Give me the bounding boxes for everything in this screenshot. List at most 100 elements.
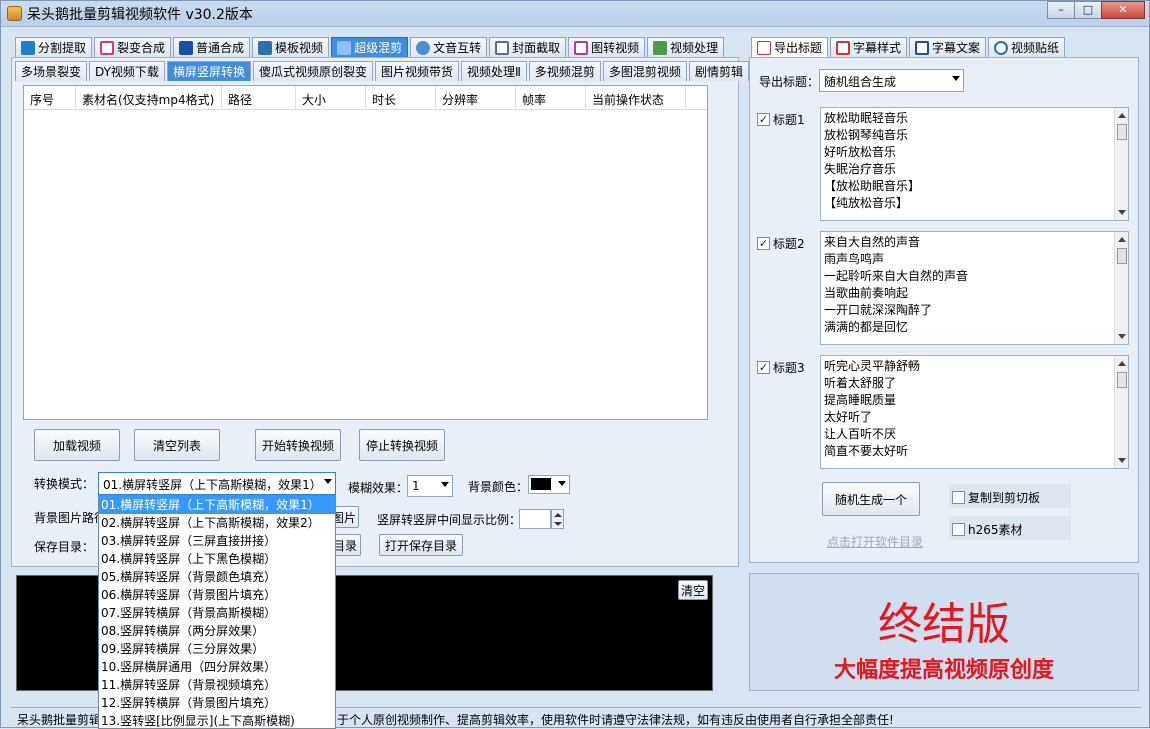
title3-checkbox[interactable]: ✓ 标题3: [757, 359, 805, 376]
scroll-thumb[interactable]: [1117, 372, 1127, 388]
dropdown-option[interactable]: 03.横屏转竖屏（三屏直接拼接）: [99, 532, 335, 550]
right-tabs: 导出标题 字幕样式 字幕文案 视频贴纸: [751, 37, 1067, 57]
stop-convert-button[interactable]: 停止转换视频: [359, 429, 445, 461]
text-line: 简直不要太好听: [824, 444, 909, 458]
subtab-plot-edit[interactable]: 剧情剪辑: [688, 61, 749, 81]
minimize-button[interactable]: –: [1047, 1, 1075, 19]
bg-color-select[interactable]: [528, 475, 570, 494]
col-status[interactable]: 当前操作状态: [586, 86, 686, 109]
maximize-button[interactable]: □: [1074, 1, 1102, 19]
image-icon: [495, 40, 510, 55]
tab-fission-merge[interactable]: 裂变合成: [94, 37, 172, 57]
subtab-multi-scene[interactable]: 多场景裂变: [15, 61, 88, 81]
col-framerate[interactable]: 帧率: [516, 86, 586, 109]
scroll-up-icon[interactable]: [1118, 113, 1126, 118]
dropdown-option[interactable]: 07.竖屏转横屏（背景高斯模糊）: [99, 604, 335, 622]
tab-super-mix[interactable]: 超级混剪: [331, 37, 409, 57]
scrollbar[interactable]: [1114, 108, 1128, 220]
ratio-spinner[interactable]: [551, 509, 564, 529]
dropdown-option[interactable]: 12.竖屏转横屏（背景图片填充）: [99, 694, 335, 712]
chevron-down-icon: [441, 482, 449, 487]
subtab-video-process-2[interactable]: 视频处理Ⅱ: [460, 61, 527, 81]
title3-textarea[interactable]: 听完心灵平静舒畅 听着太舒服了 提高睡眠质量 太好听了 让人百听不厌 简直不要太…: [820, 355, 1129, 469]
scroll-up-icon[interactable]: [1118, 361, 1126, 366]
text-line: 提高睡眠质量: [824, 393, 897, 407]
subtab-dy-download[interactable]: DY视频下载: [89, 61, 165, 81]
tab-text-audio[interactable]: 文音互转: [410, 37, 488, 57]
window-title: 呆头鹅批量剪辑视频软件 v30.2版本: [27, 7, 253, 23]
spin-down-icon[interactable]: [554, 522, 562, 526]
subtab-image-video-sales[interactable]: 图片视频带货: [374, 61, 459, 81]
export-mode-select[interactable]: 随机组合生成: [819, 69, 964, 92]
spin-up-icon[interactable]: [554, 513, 562, 517]
scroll-down-icon[interactable]: [1118, 334, 1126, 339]
col-duration[interactable]: 时长: [366, 86, 436, 109]
scrollbar[interactable]: [1114, 232, 1128, 344]
dropdown-option[interactable]: 09.竖屏转横屏（三分屏效果）: [99, 640, 335, 658]
tab-video-process[interactable]: 视频处理: [647, 37, 725, 57]
title2-textarea[interactable]: 来自大自然的声音 雨声鸟鸣声 一起聆听来自大自然的声音 当歌曲前奏响起 一开口就…: [820, 231, 1129, 345]
close-button[interactable]: ✕: [1101, 1, 1145, 19]
subtab-multi-video-mix[interactable]: 多视频混剪: [528, 61, 601, 81]
table-header: 序号 素材名(仅支持mp4格式) 路径 大小 时长 分辨率 帧率 当前操作状态: [24, 86, 707, 110]
title2-checkbox[interactable]: ✓ 标题2: [757, 235, 805, 252]
tab-image-to-video[interactable]: 图转视频: [568, 37, 646, 57]
dropdown-option[interactable]: 13.竖转竖[比例显示](上下高斯模糊): [99, 712, 335, 728]
tab-cover-capture[interactable]: 封面截取: [489, 37, 567, 57]
tab-label: 分割提取: [38, 41, 87, 55]
mode-dropdown-list[interactable]: 01.横屏转竖屏（上下高斯模糊，效果1） 02.横屏转竖屏（上下高斯模糊，效果2…: [98, 495, 336, 729]
tab-subtitle-style[interactable]: 字幕样式: [830, 37, 908, 57]
col-resolution[interactable]: 分辨率: [436, 86, 516, 109]
mode-select[interactable]: 01.横屏转竖屏（上下高斯模糊，效果1）: [98, 472, 336, 495]
tab-template-video[interactable]: 模板视频: [252, 37, 330, 57]
subtab-landscape-portrait[interactable]: 横屏竖屏转换: [166, 61, 251, 81]
subtab-multi-image-mix[interactable]: 多图混剪视频: [602, 61, 687, 81]
mode-label: 转换模式：: [34, 477, 95, 491]
clear-list-button[interactable]: 清空列表: [134, 429, 220, 461]
random-generate-button[interactable]: 随机生成一个: [822, 482, 920, 516]
scroll-down-icon[interactable]: [1118, 210, 1126, 215]
video-frame-icon: [574, 40, 589, 55]
col-size[interactable]: 大小: [296, 86, 366, 109]
clear-console-button[interactable]: 清空: [678, 580, 708, 600]
tab-label: 封面截取: [512, 41, 561, 55]
col-index[interactable]: 序号: [24, 86, 76, 109]
scroll-thumb[interactable]: [1117, 124, 1127, 140]
ratio-input[interactable]: [519, 509, 551, 529]
copy-clipboard-checkbox[interactable]: 复制到剪切板: [952, 489, 1040, 506]
dropdown-option[interactable]: 04.横屏转竖屏（上下黑色模糊）: [99, 550, 335, 568]
start-convert-button[interactable]: 开始转换视频: [255, 429, 341, 461]
dropdown-option[interactable]: 11.横屏转竖屏（背景视频填充）: [99, 676, 335, 694]
scroll-down-icon[interactable]: [1118, 458, 1126, 463]
col-name[interactable]: 素材名(仅支持mp4格式): [76, 86, 222, 109]
tab-export-title[interactable]: 导出标题: [751, 37, 829, 57]
dropdown-option[interactable]: 06.横屏转竖屏（背景图片填充）: [99, 586, 335, 604]
bg-color-label: 背景颜色：: [468, 480, 529, 494]
dropdown-option[interactable]: 05.横屏转竖屏（背景颜色填充）: [99, 568, 335, 586]
mode-select-value: 01.横屏转竖屏（上下高斯模糊，效果1）: [103, 478, 322, 492]
video-list-table[interactable]: 序号 素材名(仅支持mp4格式) 路径 大小 时长 分辨率 帧率 当前操作状态: [23, 85, 708, 420]
scroll-thumb[interactable]: [1117, 248, 1127, 264]
tab-subtitle-text[interactable]: 字幕文案: [909, 37, 987, 57]
load-video-button[interactable]: 加载视频: [34, 429, 120, 461]
tab-normal-merge[interactable]: 普通合成: [173, 37, 251, 57]
title1-checkbox[interactable]: ✓ 标题1: [757, 111, 805, 128]
h265-checkbox[interactable]: h265素材: [952, 521, 1023, 538]
tab-split-extract[interactable]: 分割提取: [15, 37, 93, 57]
dropdown-option[interactable]: 10.竖屏横屏通用（四分屏效果）: [99, 658, 335, 676]
scrollbar[interactable]: [1114, 356, 1128, 468]
title1-textarea[interactable]: 放松助眠轻音乐 放松钢琴纯音乐 好听放松音乐 失眠治疗音乐 【放松助眠音乐】 【…: [820, 107, 1129, 221]
open-save-dir-button[interactable]: 打开保存目录: [379, 534, 463, 556]
col-path[interactable]: 路径: [222, 86, 296, 109]
dropdown-option[interactable]: 01.横屏转竖屏（上下高斯模糊，效果1）: [99, 496, 335, 514]
scroll-up-icon[interactable]: [1118, 237, 1126, 242]
star-icon: [994, 40, 1009, 55]
bg-image-label: 背景图片路径: [34, 511, 107, 525]
blur-select[interactable]: 1: [407, 475, 453, 497]
tab-video-sticker[interactable]: 视频贴纸: [988, 37, 1066, 57]
text-line: 听完心灵平静舒畅: [824, 359, 921, 373]
dropdown-option[interactable]: 08.竖屏转横屏（两分屏效果）: [99, 622, 335, 640]
dropdown-option[interactable]: 02.横屏转竖屏（上下高斯模糊，效果2）: [99, 514, 335, 532]
subtab-foolproof-fission[interactable]: 傻瓜式视频原创裂变: [252, 61, 373, 81]
open-software-dir-link[interactable]: 点击打开软件目录: [827, 533, 923, 550]
